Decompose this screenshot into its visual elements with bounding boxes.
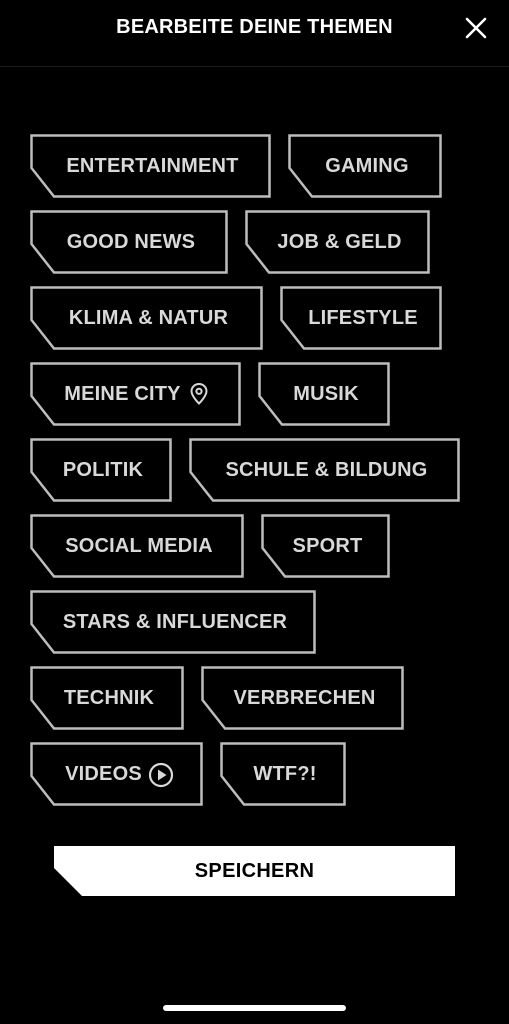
topic-tag-videos[interactable]: VIDEOS <box>30 742 203 806</box>
topic-tag-technik[interactable]: TECHNIK <box>30 666 184 730</box>
topic-label: MUSIK <box>293 382 359 405</box>
topic-label: MEINE CITY <box>64 382 181 405</box>
save-button[interactable]: SPEICHERN <box>54 846 455 896</box>
topic-tag-wtf[interactable]: WTF?! <box>220 742 346 806</box>
topic-label: SOCIAL MEDIA <box>65 534 213 557</box>
topic-tag-verbrechen[interactable]: VERBRECHEN <box>201 666 404 730</box>
location-pin-icon <box>187 382 211 406</box>
topic-tag-lifestyle[interactable]: LIFESTYLE <box>280 286 442 350</box>
topic-tag-job-and-geld[interactable]: JOB & GELD <box>245 210 430 274</box>
topic-tag-good-news[interactable]: GOOD NEWS <box>30 210 228 274</box>
topic-tag-stars-and-influencer[interactable]: STARS & INFLUENCER <box>30 590 316 654</box>
topic-label: TECHNIK <box>63 686 155 709</box>
topic-tag-sport[interactable]: SPORT <box>261 514 390 578</box>
topic-label: STARS & INFLUENCER <box>62 610 288 633</box>
topic-label: VERBRECHEN <box>233 686 376 709</box>
topic-label: SCHULE & BILDUNG <box>225 458 428 481</box>
home-indicator[interactable] <box>163 1005 346 1011</box>
topic-label: GAMING <box>325 154 409 177</box>
save-button-label: SPEICHERN <box>194 859 315 882</box>
topic-tag-meine-city[interactable]: MEINE CITY <box>30 362 241 426</box>
topic-tag-entertainment[interactable]: ENTERTAINMENT <box>30 134 271 198</box>
topic-label: JOB & GELD <box>277 230 402 253</box>
topic-tag-schule-and-bildung[interactable]: SCHULE & BILDUNG <box>189 438 460 502</box>
topic-label: KLIMA & NATUR <box>68 306 229 329</box>
topic-label: GOOD NEWS <box>66 230 196 253</box>
topic-label: POLITIK <box>62 458 144 481</box>
topic-label: LIFESTYLE <box>308 306 418 329</box>
topic-label: SPORT <box>292 534 363 557</box>
topic-label: VIDEOS <box>65 762 142 785</box>
topic-tag-gaming[interactable]: GAMING <box>288 134 442 198</box>
topic-tag-politik[interactable]: POLITIK <box>30 438 172 502</box>
topic-tag-social-media[interactable]: SOCIAL MEDIA <box>30 514 244 578</box>
topic-label: ENTERTAINMENT <box>66 154 239 177</box>
topic-tag-musik[interactable]: MUSIK <box>258 362 390 426</box>
play-circle-icon <box>148 762 173 788</box>
topic-label: WTF?! <box>253 762 317 785</box>
topic-tag-klima-and-natur[interactable]: KLIMA & NATUR <box>30 286 263 350</box>
